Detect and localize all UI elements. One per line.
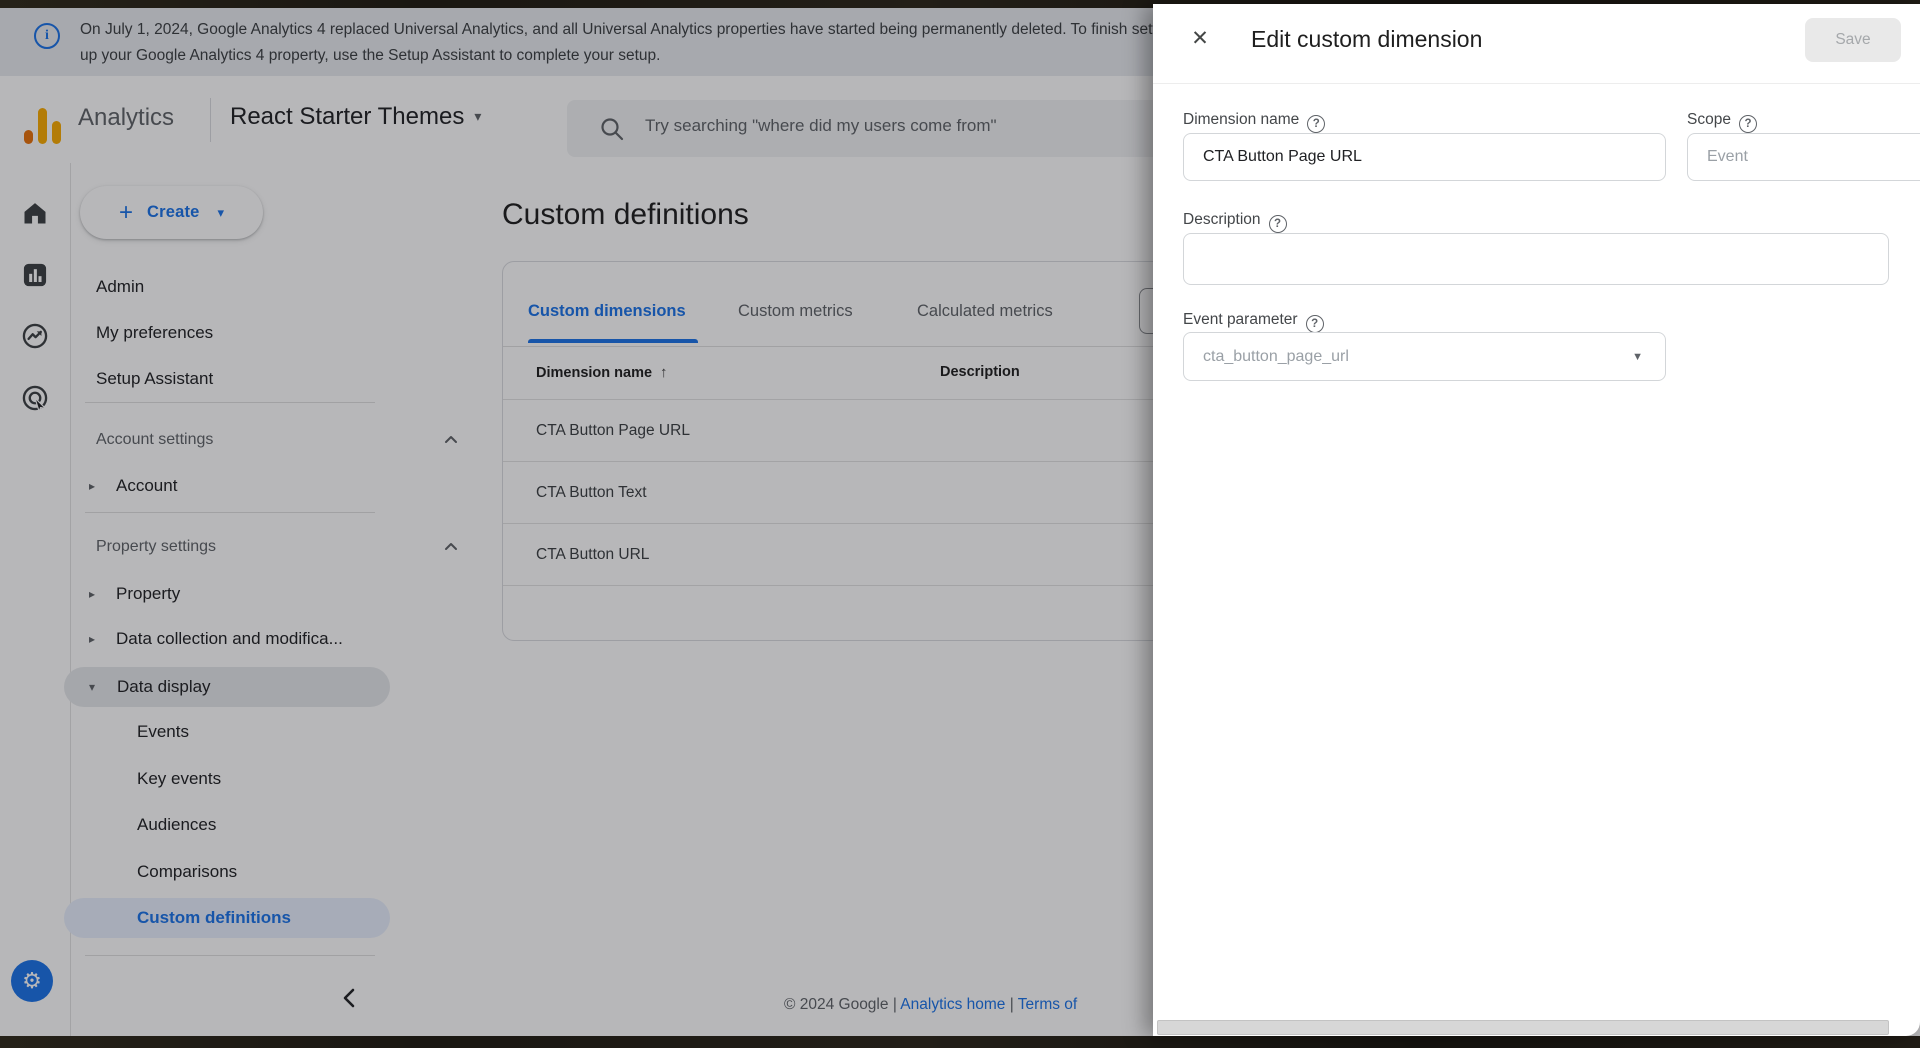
- dimension-name-value: CTA Button Page URL: [1203, 134, 1362, 180]
- event-parameter-label-text: Event parameter: [1183, 311, 1298, 328]
- save-button[interactable]: Save: [1805, 18, 1901, 62]
- panel-header-divider: [1153, 83, 1920, 84]
- close-icon[interactable]: ✕: [1185, 24, 1215, 54]
- scope-field: Event: [1687, 133, 1920, 181]
- event-parameter-dropdown: cta_button_page_url ▼: [1183, 332, 1666, 381]
- scope-label-text: Scope: [1687, 111, 1731, 128]
- desktop: { "icons": { "info": "i", "plus": "+", "…: [0, 0, 1920, 1048]
- help-icon[interactable]: ?: [1739, 115, 1757, 133]
- help-icon[interactable]: ?: [1269, 215, 1287, 233]
- help-icon[interactable]: ?: [1307, 115, 1325, 133]
- dropdown-caret-icon: ▼: [1632, 333, 1643, 380]
- edit-custom-dimension-panel: ✕ Edit custom dimension Save Dimension n…: [1153, 4, 1920, 1036]
- panel-title: Edit custom dimension: [1251, 26, 1482, 53]
- description-label: Description?: [1183, 211, 1287, 233]
- dimension-name-label: Dimension name?: [1183, 111, 1325, 133]
- dimension-name-label-text: Dimension name: [1183, 111, 1299, 128]
- scope-value: Event: [1707, 134, 1748, 180]
- event-parameter-value: cta_button_page_url: [1203, 333, 1349, 380]
- scope-label: Scope?: [1687, 111, 1757, 133]
- description-field[interactable]: [1183, 233, 1889, 285]
- horizontal-scrollbar[interactable]: [1157, 1020, 1889, 1035]
- event-parameter-label: Event parameter?: [1183, 311, 1324, 333]
- description-label-text: Description: [1183, 211, 1261, 228]
- dimension-name-field[interactable]: CTA Button Page URL: [1183, 133, 1666, 181]
- help-icon[interactable]: ?: [1306, 315, 1324, 333]
